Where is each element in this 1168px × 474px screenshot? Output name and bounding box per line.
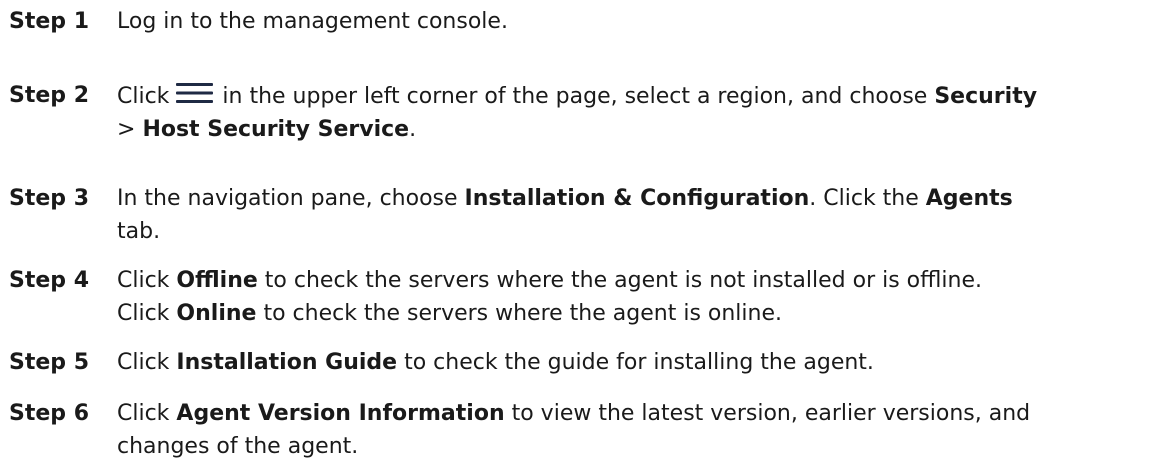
- step-text: Click Installation Guide to check the gu…: [117, 349, 1165, 377]
- ui-term: Online: [176, 301, 257, 326]
- step-text-run: Click: [117, 350, 177, 375]
- step-text-run: tab.: [117, 219, 161, 244]
- step-text: Click in the upper left corner of the pa…: [117, 82, 1165, 144]
- step-text-run: >: [117, 117, 143, 142]
- step-text: Log in to the management console.: [117, 8, 1165, 36]
- step-line: Click Online to check the servers where …: [117, 300, 1165, 328]
- step-text-run: Click: [117, 84, 177, 109]
- step-label: Step 3: [9, 186, 89, 211]
- step-line: Click Offline to check the servers where…: [117, 267, 1165, 295]
- step-label: Step 4: [9, 268, 89, 293]
- step-text-run: to check the servers where the agent is …: [256, 301, 782, 326]
- step-line: Log in to the management console.: [117, 8, 1165, 36]
- step-line: Click in the upper left corner of the pa…: [117, 82, 1165, 111]
- step-text-run: to check the guide for installing the ag…: [397, 350, 874, 375]
- ui-term: Agents: [925, 186, 1013, 211]
- step-text-run: In the navigation pane, choose: [117, 186, 465, 211]
- step-label: Step 6: [9, 401, 89, 426]
- step-text: Click Offline to check the servers where…: [117, 267, 1165, 328]
- step-line: Click Installation Guide to check the gu…: [117, 349, 1165, 377]
- step-text: Click Agent Version Information to view …: [117, 400, 1165, 461]
- ui-term: Installation Guide: [176, 350, 398, 375]
- ui-term: Security: [934, 84, 1038, 109]
- menu-icon: [176, 82, 214, 104]
- ui-term: Installation & Configuration: [464, 186, 810, 211]
- step-line: In the navigation pane, choose Installat…: [117, 185, 1165, 213]
- step-line: tab.: [117, 218, 1165, 246]
- step-text-run: Log in to the management console.: [117, 9, 508, 34]
- step-text-run: changes of the agent.: [117, 434, 359, 459]
- step-label: Step 5: [9, 350, 89, 375]
- step-line: > Host Security Service.: [117, 116, 1165, 144]
- step-text-run: . Click the: [809, 186, 926, 211]
- step-text-run: Click: [117, 301, 177, 326]
- step-text-run: Click: [117, 268, 177, 293]
- step-text-run: Click: [117, 401, 177, 426]
- step-text: In the navigation pane, choose Installat…: [117, 185, 1165, 246]
- step-text-run: in the upper left corner of the page, se…: [215, 84, 935, 109]
- ui-term: Offline: [176, 268, 258, 293]
- step-label: Step 2: [9, 83, 89, 108]
- step-text-run: to check the servers where the agent is …: [257, 268, 982, 293]
- step-text-run: to view the latest version, earlier vers…: [504, 401, 1031, 426]
- ui-term: Host Security Service: [142, 117, 410, 142]
- step-label: Step 1: [9, 9, 89, 34]
- step-line: Click Agent Version Information to view …: [117, 400, 1165, 428]
- ui-term: Agent Version Information: [176, 401, 505, 426]
- step-text-run: .: [409, 117, 417, 142]
- step-line: changes of the agent.: [117, 433, 1165, 461]
